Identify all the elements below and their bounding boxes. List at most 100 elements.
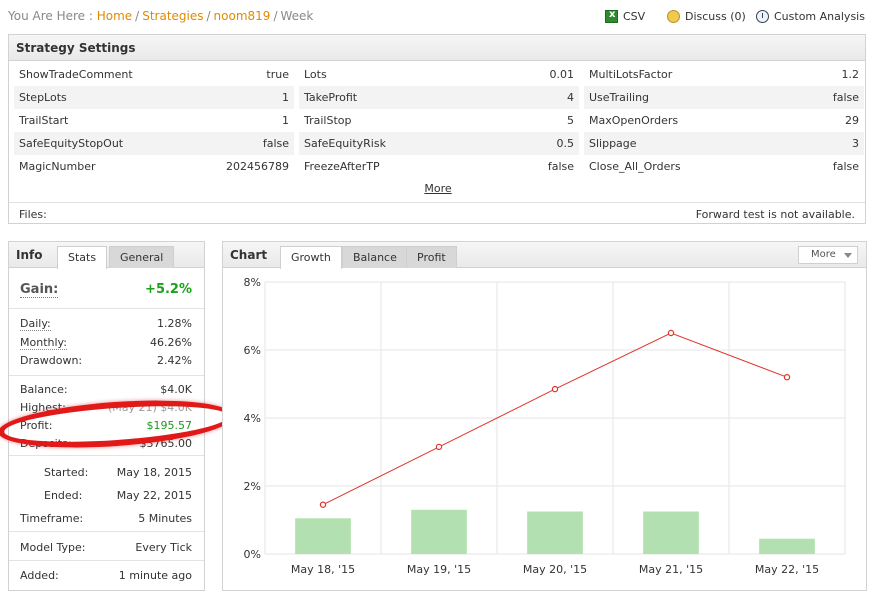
settings-row: TrailStart 1 TrailStop 5 MaxOpenOrders 29 xyxy=(14,109,860,132)
settings-grid: ShowTradeComment true Lots 0.01 MultiLotsFac… xyxy=(14,63,864,178)
daily-label: Daily: xyxy=(20,317,51,331)
breadcrumb-strategies-link[interactable]: Strategies xyxy=(142,9,203,23)
custom-analysis-button[interactable]: Custom Analysis xyxy=(756,10,865,23)
monthly-label: Monthly: xyxy=(20,336,67,350)
settings-cell: FreezeAfterTP false xyxy=(299,155,579,178)
settings-cell: Slippage 3 xyxy=(584,132,864,155)
divider xyxy=(9,308,204,309)
excel-icon xyxy=(605,9,618,23)
drawdown-value: 2.42% xyxy=(157,354,192,367)
setting-value: 0.01 xyxy=(549,68,575,81)
setting-name: ShowTradeComment xyxy=(19,68,133,81)
setting-name: MaxOpenOrders xyxy=(589,114,679,127)
setting-value: true xyxy=(266,68,289,81)
setting-value: 5 xyxy=(567,114,574,127)
info-title: Info xyxy=(16,248,43,262)
line-point xyxy=(319,501,327,508)
tab-general[interactable]: General xyxy=(109,246,175,268)
setting-name: MagicNumber xyxy=(19,160,96,173)
setting-name: Close_All_Orders xyxy=(589,160,681,173)
y-tick-label: 4% xyxy=(244,412,261,425)
balance-label: Balance: xyxy=(20,383,68,396)
setting-value: 1 xyxy=(282,91,289,104)
setting-name: TakeProfit xyxy=(304,91,358,104)
setting-value: false xyxy=(832,91,859,104)
settings-cell: StepLots 1 xyxy=(14,86,294,109)
series-line xyxy=(322,332,788,506)
setting-value: 1 xyxy=(282,114,289,127)
csv-button[interactable]: CSV xyxy=(605,9,645,23)
settings-cell: TrailStart 1 xyxy=(14,109,294,132)
setting-name: Lots xyxy=(304,68,327,81)
discuss-label: Discuss (0) xyxy=(685,10,746,23)
settings-more-link[interactable]: More xyxy=(9,182,867,195)
info-header: Info Stats General xyxy=(9,242,204,269)
line-point xyxy=(551,385,559,393)
setting-value: 3 xyxy=(852,137,859,150)
bar-mark xyxy=(759,538,815,554)
settings-cell: ShowTradeComment true xyxy=(14,63,294,86)
setting-value: false xyxy=(262,137,289,150)
discuss-button[interactable]: Discuss (0) xyxy=(667,10,746,23)
breadcrumb-prefix: You Are Here : xyxy=(8,9,93,23)
chart-more-label: More xyxy=(811,249,836,260)
timeframe-value: 5 Minutes xyxy=(138,512,192,525)
gain-label: Gain: xyxy=(20,282,59,298)
settings-cell: SafeEquityRisk 0.5 xyxy=(299,132,579,155)
chevron-down-icon xyxy=(844,253,852,258)
settings-cell: MaxOpenOrders 29 xyxy=(584,109,864,132)
setting-name: TrailStart xyxy=(19,114,69,127)
ended-label: Ended: xyxy=(44,489,83,502)
y-tick-label: 0% xyxy=(244,548,261,561)
tab-stats[interactable]: Stats xyxy=(57,246,108,269)
line-point xyxy=(435,443,443,451)
balance-value: $4.0K xyxy=(160,383,192,396)
settings-row: StepLots 1 TakeProfit 4 UseTrailing false xyxy=(14,86,864,109)
added-label: Added: xyxy=(20,569,59,582)
setting-value: 4 xyxy=(567,91,574,104)
setting-value: 0.5 xyxy=(556,137,575,150)
setting-value: 29 xyxy=(845,114,859,127)
setting-value: 1.2 xyxy=(841,68,860,81)
custom-analysis-label: Custom Analysis xyxy=(774,10,865,23)
setting-name: TrailStop xyxy=(304,114,352,127)
started-label: Started: xyxy=(44,466,89,479)
breadcrumb-current: Week xyxy=(280,9,314,23)
growth-chart: 0% 2% 4% 6% 8% May 18, '15 May 19, '15 May 20, … xyxy=(244,276,846,576)
tab-profit[interactable]: Profit xyxy=(406,246,457,268)
ended-value: May 22, 2015 xyxy=(116,489,192,502)
files-row: Files: Forward test is not available. xyxy=(9,202,865,224)
tab-balance[interactable]: Balance xyxy=(342,246,408,268)
gain-value: +5.2% xyxy=(145,282,192,297)
settings-header: Strategy Settings xyxy=(9,35,865,61)
forward-test-note: Forward test is not available. xyxy=(695,208,855,221)
bar-mark xyxy=(643,511,699,554)
top-bar: You Are Here : Home / Strategies / noom819/W… xyxy=(0,0,881,30)
settings-cell: Close_All_Orders false xyxy=(584,155,864,178)
settings-cell: MagicNumber 202456789 xyxy=(14,155,294,178)
tab-growth[interactable]: Growth xyxy=(280,246,342,269)
bar-mark xyxy=(295,518,351,554)
bar-mark xyxy=(527,511,583,554)
setting-name: FreezeAfterTP xyxy=(304,160,380,173)
chart-more-button[interactable]: More xyxy=(798,246,858,264)
settings-cell: TrailStop 5 xyxy=(299,109,579,132)
setting-value: false xyxy=(547,160,574,173)
divider xyxy=(9,375,204,376)
setting-name: SafeEquityStopOut xyxy=(19,137,124,150)
line-point xyxy=(667,329,675,337)
line-point xyxy=(783,373,791,381)
added-value: 1 minute ago xyxy=(118,569,192,582)
setting-name: SafeEquityRisk xyxy=(304,137,386,150)
setting-name: UseTrailing xyxy=(589,91,650,104)
strategy-settings-panel: Strategy Settings ShowTradeComment true Lo… xyxy=(8,34,866,224)
setting-value: 202456789 xyxy=(226,160,289,173)
analysis-icon xyxy=(756,10,769,23)
breadcrumb-home-link[interactable]: Home xyxy=(97,9,132,23)
chart-panel: Chart Growth Balance Profit More 0% 2% 4% 6… xyxy=(222,241,867,591)
breadcrumb-user-link[interactable]: noom819 xyxy=(214,9,271,23)
settings-row: ShowTradeComment true Lots 0.01 MultiLotsFac… xyxy=(14,63,860,86)
y-tick-label: 2% xyxy=(244,480,261,493)
model-label: Model Type: xyxy=(20,541,86,554)
x-tick-label: May 21, '15 xyxy=(639,563,703,576)
